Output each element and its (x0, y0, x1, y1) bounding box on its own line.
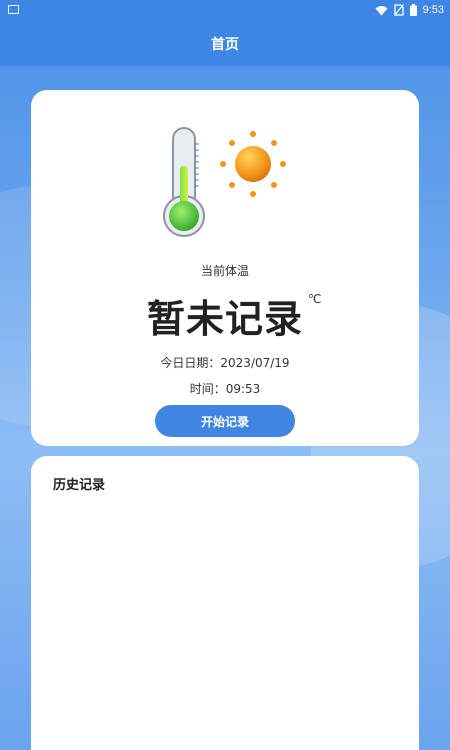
battery-icon (409, 4, 417, 16)
temperature-unit: ℃ (308, 292, 322, 306)
image-icon (8, 5, 19, 14)
current-temperature-label: 当前体温 (200, 264, 249, 278)
no-sim-icon (393, 4, 404, 16)
temperature-card: 当前体温 暂未记录 ℃ 今日日期：2023/07/19 时间：09:53 开始记… (31, 90, 419, 446)
temperature-row: 暂未记录 ℃ (31, 288, 419, 343)
wifi-icon (375, 5, 388, 15)
history-card: 历史记录 (31, 456, 419, 750)
start-record-button[interactable]: 开始记录 (155, 405, 295, 437)
history-title: 历史记录 (53, 478, 106, 493)
status-time: 9:53 (422, 4, 444, 16)
status-icons: 9:53 (375, 4, 444, 16)
thermometer-sun-illustration (163, 127, 286, 237)
current-time: 时间：09:53 (189, 382, 261, 396)
app-bar: 首页 (0, 22, 450, 66)
page-title: 首页 (211, 37, 239, 53)
status-bar: 9:53 (0, 0, 450, 22)
sun-icon (220, 131, 286, 197)
today-date: 今日日期：2023/07/19 (160, 356, 290, 370)
temperature-value: 暂未记录 (146, 297, 303, 341)
thermometer-icon (163, 127, 205, 237)
